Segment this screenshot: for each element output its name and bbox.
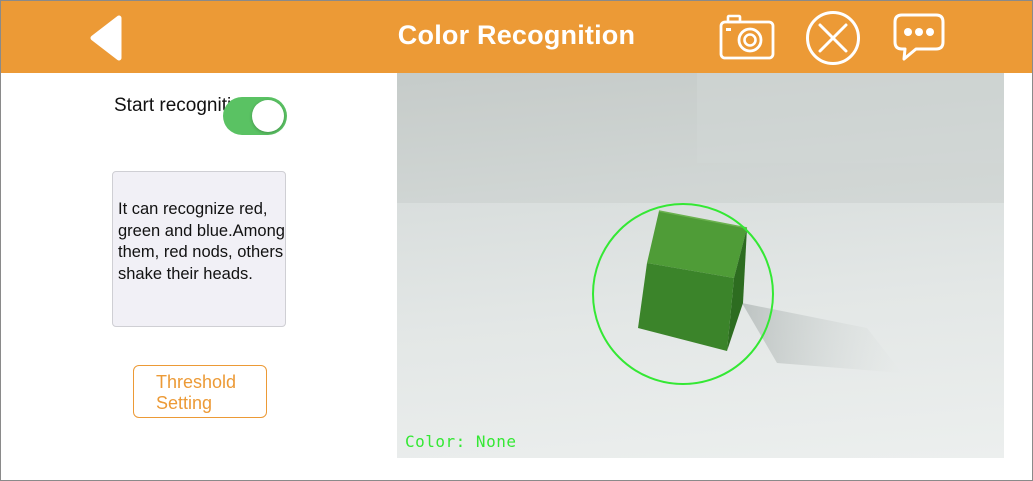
recognition-toggle[interactable]	[223, 97, 287, 135]
color-readout: Color: None	[405, 432, 517, 451]
toggle-knob	[252, 100, 284, 132]
camera-button[interactable]	[719, 13, 775, 61]
chat-bubble-icon	[893, 13, 945, 61]
chat-button[interactable]	[892, 12, 946, 62]
top-bar: Color Recognition	[1, 1, 1032, 73]
app-window: Color Recognition Start recognition It c…	[0, 0, 1033, 481]
info-text: It can recognize red, green and blue.Amo…	[118, 200, 285, 283]
threshold-button-label: Threshold Setting	[156, 372, 237, 413]
green-cube	[638, 210, 748, 351]
page-title: Color Recognition	[397, 20, 636, 50]
cube-shadow	[742, 303, 902, 373]
close-button[interactable]	[805, 10, 861, 66]
camera-scene	[397, 73, 1004, 385]
camera-preview: Color: None	[397, 73, 1004, 458]
close-circle-icon	[806, 11, 860, 65]
info-panel: It can recognize red, green and blue.Amo…	[112, 171, 286, 327]
camera-icon	[719, 14, 775, 60]
threshold-setting-button[interactable]: Threshold Setting	[133, 365, 267, 418]
